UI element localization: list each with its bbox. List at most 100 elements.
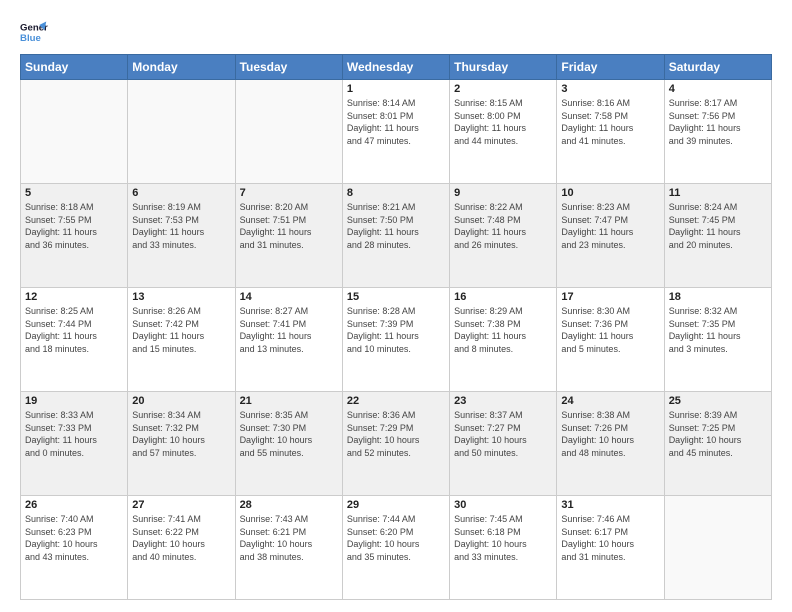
day-info: Sunrise: 8:22 AM Sunset: 7:48 PM Dayligh…	[454, 201, 552, 251]
calendar-cell: 2 Sunrise: 8:15 AM Sunset: 8:00 PM Daylig…	[450, 80, 557, 184]
calendar-cell: 29 Sunrise: 7:44 AM Sunset: 6:20 PM Dayli…	[342, 496, 449, 600]
day-info: Sunrise: 8:25 AM Sunset: 7:44 PM Dayligh…	[25, 305, 123, 355]
day-info: Sunrise: 8:19 AM Sunset: 7:53 PM Dayligh…	[132, 201, 230, 251]
day-number: 7	[240, 187, 338, 199]
day-number: 30	[454, 499, 552, 511]
calendar-cell: 19 Sunrise: 8:33 AM Sunset: 7:33 PM Dayli…	[21, 392, 128, 496]
day-info: Sunrise: 7:40 AM Sunset: 6:23 PM Dayligh…	[25, 513, 123, 563]
week-row-2: 12 Sunrise: 8:25 AM Sunset: 7:44 PM Dayli…	[21, 288, 772, 392]
day-number: 18	[669, 291, 767, 303]
calendar-cell: 18 Sunrise: 8:32 AM Sunset: 7:35 PM Dayli…	[664, 288, 771, 392]
weekday-header-friday: Friday	[557, 55, 664, 80]
calendar-cell: 31Sunrise: 7:46 AM Sunset: 6:17 PM Dayli…	[557, 496, 664, 600]
day-info: Sunrise: 8:20 AM Sunset: 7:51 PM Dayligh…	[240, 201, 338, 251]
day-info: Sunrise: 8:16 AM Sunset: 7:58 PM Dayligh…	[561, 97, 659, 147]
day-number: 10	[561, 187, 659, 199]
logo: General Blue	[20, 18, 48, 46]
day-number: 4	[669, 83, 767, 95]
calendar-cell	[21, 80, 128, 184]
day-number: 27	[132, 499, 230, 511]
day-number: 25	[669, 395, 767, 407]
day-number: 14	[240, 291, 338, 303]
day-number: 13	[132, 291, 230, 303]
day-number: 22	[347, 395, 445, 407]
weekday-header-monday: Monday	[128, 55, 235, 80]
calendar-cell: 30 Sunrise: 7:45 AM Sunset: 6:18 PM Dayli…	[450, 496, 557, 600]
calendar-cell: 1 Sunrise: 8:14 AM Sunset: 8:01 PM Daylig…	[342, 80, 449, 184]
day-number: 6	[132, 187, 230, 199]
calendar-cell: 3 Sunrise: 8:16 AM Sunset: 7:58 PM Daylig…	[557, 80, 664, 184]
day-info: Sunrise: 8:27 AM Sunset: 7:41 PM Dayligh…	[240, 305, 338, 355]
calendar-cell: 27 Sunrise: 7:41 AM Sunset: 6:22 PM Dayli…	[128, 496, 235, 600]
logo-icon: General Blue	[20, 18, 48, 46]
day-info: Sunrise: 8:39 AM Sunset: 7:25 PM Dayligh…	[669, 409, 767, 459]
calendar-cell: 12 Sunrise: 8:25 AM Sunset: 7:44 PM Dayli…	[21, 288, 128, 392]
calendar-cell: 14 Sunrise: 8:27 AM Sunset: 7:41 PM Dayli…	[235, 288, 342, 392]
day-number: 1	[347, 83, 445, 95]
calendar-cell: 20Sunrise: 8:34 AM Sunset: 7:32 PM Dayli…	[128, 392, 235, 496]
day-number: 15	[347, 291, 445, 303]
day-info: Sunrise: 8:18 AM Sunset: 7:55 PM Dayligh…	[25, 201, 123, 251]
day-info: Sunrise: 7:44 AM Sunset: 6:20 PM Dayligh…	[347, 513, 445, 563]
day-info: Sunrise: 8:17 AM Sunset: 7:56 PM Dayligh…	[669, 97, 767, 147]
day-number: 11	[669, 187, 767, 199]
week-row-4: 26Sunrise: 7:40 AM Sunset: 6:23 PM Dayli…	[21, 496, 772, 600]
day-info: Sunrise: 7:43 AM Sunset: 6:21 PM Dayligh…	[240, 513, 338, 563]
day-info: Sunrise: 8:29 AM Sunset: 7:38 PM Dayligh…	[454, 305, 552, 355]
calendar-cell: 17Sunrise: 8:30 AM Sunset: 7:36 PM Dayli…	[557, 288, 664, 392]
day-number: 29	[347, 499, 445, 511]
calendar-cell: 23Sunrise: 8:37 AM Sunset: 7:27 PM Dayli…	[450, 392, 557, 496]
day-number: 28	[240, 499, 338, 511]
day-number: 24	[561, 395, 659, 407]
calendar-cell: 5 Sunrise: 8:18 AM Sunset: 7:55 PM Daylig…	[21, 184, 128, 288]
day-info: Sunrise: 8:33 AM Sunset: 7:33 PM Dayligh…	[25, 409, 123, 459]
week-row-3: 19 Sunrise: 8:33 AM Sunset: 7:33 PM Dayli…	[21, 392, 772, 496]
day-number: 9	[454, 187, 552, 199]
calendar-cell: 28 Sunrise: 7:43 AM Sunset: 6:21 PM Dayli…	[235, 496, 342, 600]
calendar-cell: 11 Sunrise: 8:24 AM Sunset: 7:45 PM Dayli…	[664, 184, 771, 288]
weekday-header-wednesday: Wednesday	[342, 55, 449, 80]
day-info: Sunrise: 7:45 AM Sunset: 6:18 PM Dayligh…	[454, 513, 552, 563]
day-number: 16	[454, 291, 552, 303]
calendar-cell	[235, 80, 342, 184]
calendar-cell	[128, 80, 235, 184]
day-info: Sunrise: 8:21 AM Sunset: 7:50 PM Dayligh…	[347, 201, 445, 251]
day-number: 17	[561, 291, 659, 303]
day-info: Sunrise: 8:23 AM Sunset: 7:47 PM Dayligh…	[561, 201, 659, 251]
week-row-1: 5 Sunrise: 8:18 AM Sunset: 7:55 PM Daylig…	[21, 184, 772, 288]
day-info: Sunrise: 8:14 AM Sunset: 8:01 PM Dayligh…	[347, 97, 445, 147]
day-number: 3	[561, 83, 659, 95]
day-number: 5	[25, 187, 123, 199]
calendar-cell: 25 Sunrise: 8:39 AM Sunset: 7:25 PM Dayli…	[664, 392, 771, 496]
day-info: Sunrise: 8:38 AM Sunset: 7:26 PM Dayligh…	[561, 409, 659, 459]
day-info: Sunrise: 8:26 AM Sunset: 7:42 PM Dayligh…	[132, 305, 230, 355]
day-info: Sunrise: 8:35 AM Sunset: 7:30 PM Dayligh…	[240, 409, 338, 459]
day-number: 8	[347, 187, 445, 199]
day-info: Sunrise: 7:41 AM Sunset: 6:22 PM Dayligh…	[132, 513, 230, 563]
day-number: 21	[240, 395, 338, 407]
weekday-header-tuesday: Tuesday	[235, 55, 342, 80]
week-row-0: 1 Sunrise: 8:14 AM Sunset: 8:01 PM Daylig…	[21, 80, 772, 184]
calendar-cell: 26Sunrise: 7:40 AM Sunset: 6:23 PM Dayli…	[21, 496, 128, 600]
calendar-cell: 10 Sunrise: 8:23 AM Sunset: 7:47 PM Dayli…	[557, 184, 664, 288]
weekday-header-sunday: Sunday	[21, 55, 128, 80]
day-info: Sunrise: 8:32 AM Sunset: 7:35 PM Dayligh…	[669, 305, 767, 355]
calendar-cell: 21 Sunrise: 8:35 AM Sunset: 7:30 PM Dayli…	[235, 392, 342, 496]
day-number: 2	[454, 83, 552, 95]
svg-text:Blue: Blue	[20, 33, 41, 44]
calendar-cell: 6 Sunrise: 8:19 AM Sunset: 7:53 PM Daylig…	[128, 184, 235, 288]
calendar-cell: 24 Sunrise: 8:38 AM Sunset: 7:26 PM Dayli…	[557, 392, 664, 496]
day-number: 12	[25, 291, 123, 303]
calendar-cell: 8 Sunrise: 8:21 AM Sunset: 7:50 PM Daylig…	[342, 184, 449, 288]
day-info: Sunrise: 7:46 AM Sunset: 6:17 PM Dayligh…	[561, 513, 659, 563]
day-info: Sunrise: 8:28 AM Sunset: 7:39 PM Dayligh…	[347, 305, 445, 355]
day-info: Sunrise: 8:24 AM Sunset: 7:45 PM Dayligh…	[669, 201, 767, 251]
weekday-header-saturday: Saturday	[664, 55, 771, 80]
day-number: 19	[25, 395, 123, 407]
header: General Blue	[20, 18, 772, 46]
calendar-cell	[664, 496, 771, 600]
day-info: Sunrise: 8:36 AM Sunset: 7:29 PM Dayligh…	[347, 409, 445, 459]
weekday-header-thursday: Thursday	[450, 55, 557, 80]
page: General Blue SundayMondayTuesdayWednesda…	[0, 0, 792, 612]
day-info: Sunrise: 8:15 AM Sunset: 8:00 PM Dayligh…	[454, 97, 552, 147]
